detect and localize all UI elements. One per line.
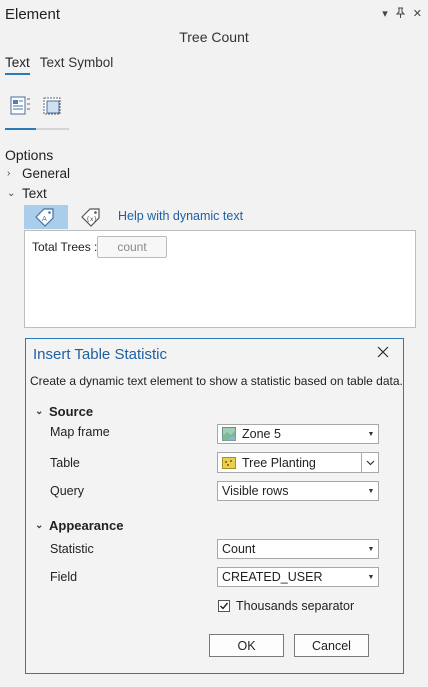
table-value: Tree Planting [242, 455, 316, 470]
table-label: Table [50, 456, 80, 470]
dialog-description: Create a dynamic text element to show a … [30, 374, 403, 388]
subtab-bar [5, 95, 67, 125]
section-source-label: Source [49, 404, 94, 419]
tab-text[interactable]: Text [5, 55, 30, 75]
placement-icon [43, 97, 60, 115]
thousands-separator-checkbox[interactable]: Thousands separator [218, 599, 354, 613]
cancel-button[interactable]: Cancel [294, 634, 369, 657]
field-value: CREATED_USER [222, 570, 323, 584]
query-dropdown[interactable]: Visible rows ▼ [217, 481, 379, 501]
svg-text:A: A [42, 215, 47, 223]
checkmark-icon [220, 602, 229, 610]
dynamic-text-button[interactable]: A [24, 205, 68, 229]
element-name: Tree Count [179, 29, 249, 45]
dynamic-text-token[interactable]: count [97, 236, 167, 258]
section-source[interactable]: ⌄ Source [35, 404, 93, 419]
close-icon[interactable] [374, 343, 392, 361]
ok-button[interactable]: OK [209, 634, 284, 657]
field-dropdown[interactable]: CREATED_USER ▼ [217, 567, 379, 587]
options-heading: Options [5, 147, 54, 163]
dynamic-text-tag-icon: A [35, 208, 54, 227]
element-pane: Element ▾ ✕ Tree Count Text Text Symbol [0, 0, 428, 687]
checkbox-box[interactable] [218, 600, 230, 612]
map-frame-value: Zone 5 [242, 427, 281, 441]
insert-table-statistic-dialog [25, 338, 404, 674]
field-label: Field [50, 570, 78, 584]
chevron-down-icon: ⌄ [7, 188, 16, 199]
map-frame-icon [222, 427, 236, 441]
pane-title: Element [5, 6, 61, 23]
table-layer-icon [222, 456, 236, 469]
help-dynamic-text-link[interactable]: Help with dynamic text [118, 209, 243, 223]
text-prefix: Total Trees : [32, 240, 98, 254]
statistic-dropdown[interactable]: Count ▼ [217, 539, 379, 559]
pin-icon[interactable] [395, 7, 405, 21]
section-appearance-label: Appearance [49, 518, 124, 533]
close-pane-icon[interactable]: ✕ [413, 7, 422, 21]
pane-tabs: Text Text Symbol [5, 55, 113, 75]
map-frame-dropdown[interactable]: Zone 5 ▼ [217, 424, 379, 444]
tree-item-general-label: General [22, 166, 71, 181]
map-frame-label: Map frame [50, 425, 110, 439]
chevron-down-icon: ▼ [367, 487, 375, 495]
statistic-label: Statistic [50, 542, 94, 556]
pane-menu-chevron-icon[interactable]: ▾ [382, 7, 388, 21]
table-dropdown-toggle[interactable] [361, 453, 378, 472]
subtab-options[interactable] [5, 95, 36, 125]
text-options-icon [10, 96, 30, 115]
tree-item-text-label: Text [22, 186, 47, 201]
subtab-active-indicator [5, 128, 36, 130]
chevron-down-icon: ⌄ [35, 520, 44, 531]
tree-item-text[interactable]: ⌄ Text [7, 186, 47, 201]
chevron-down-icon: ⌄ [35, 406, 44, 417]
query-value: Visible rows [222, 484, 289, 498]
chevron-down-icon: ▼ [367, 573, 375, 581]
section-appearance[interactable]: ⌄ Appearance [35, 518, 123, 533]
dynamic-text-variable-button[interactable]: {x} [72, 205, 112, 229]
tab-text-symbol[interactable]: Text Symbol [40, 55, 114, 75]
tree-item-general[interactable]: › General [7, 166, 70, 181]
svg-text:{x}: {x} [86, 216, 97, 223]
table-dropdown[interactable]: Tree Planting [217, 452, 379, 473]
statistic-value: Count [222, 542, 256, 556]
dialog-title: Insert Table Statistic [33, 346, 167, 363]
chevron-down-icon: ▼ [367, 430, 375, 438]
dynamic-variable-tag-icon: {x} [81, 208, 100, 227]
query-label: Query [50, 484, 85, 498]
thousands-separator-label: Thousands separator [236, 599, 355, 613]
chevron-right-icon: › [7, 168, 11, 179]
subtab-placement[interactable] [36, 95, 67, 125]
chevron-down-icon [366, 460, 374, 465]
pane-controls: ▾ ✕ [382, 7, 422, 21]
chevron-down-icon: ▼ [367, 545, 375, 553]
